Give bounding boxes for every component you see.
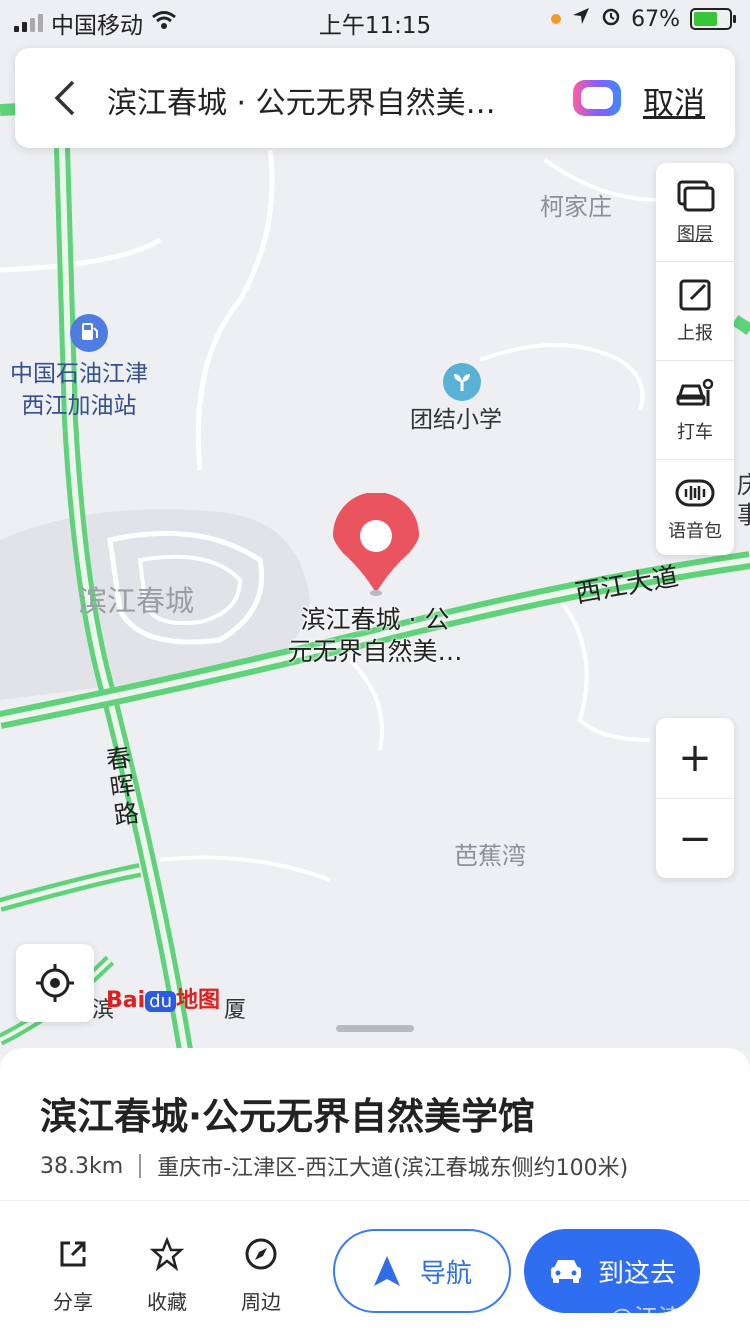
- edge-label: 庆 事: [737, 470, 750, 530]
- go-here-label: 到这去: [597, 1258, 676, 1289]
- place-address: 重庆市-江津区-西江大道(滨江春城东侧约100米): [157, 1156, 629, 1181]
- alarm-icon: [601, 6, 621, 32]
- nearby-label: 周边: [241, 1290, 281, 1314]
- place-details: 38.3km 重庆市-江津区-西江大道(滨江春城东侧约100米): [40, 1150, 628, 1182]
- share-label: 分享: [53, 1290, 93, 1314]
- battery-icon: [690, 8, 736, 30]
- gas-station-icon[interactable]: [70, 314, 108, 352]
- area-label-binjiang: 滨江春城: [78, 584, 195, 618]
- crosshair-icon: [36, 964, 74, 1002]
- action-bar: 分享 收藏 周边 导航 到这去 @江津在: [0, 1200, 750, 1335]
- taxi-icon: [676, 378, 714, 406]
- school-label[interactable]: 团结小学: [410, 404, 502, 436]
- zoom-out-button[interactable]: −: [656, 799, 734, 879]
- my-location-button[interactable]: [16, 944, 94, 1022]
- favorite-button[interactable]: 收藏: [131, 1236, 203, 1315]
- taxi-button[interactable]: 打车: [656, 361, 734, 460]
- place-title: 滨江春城·公元无界自然美学馆: [40, 1095, 536, 1138]
- selected-location-label[interactable]: 滨江春城 · 公 元无界自然美…: [260, 604, 490, 668]
- search-bar: 滨江春城 · 公元无界自然美… 取消: [15, 48, 735, 148]
- logo-du: du: [145, 991, 176, 1012]
- nearby-button[interactable]: 周边: [225, 1237, 297, 1315]
- layers-button[interactable]: 图层: [656, 163, 734, 262]
- map-tools-panel: 图层 上报 打车 语音包: [656, 163, 734, 555]
- edge-label-char: 事: [737, 501, 750, 529]
- school-icon[interactable]: [443, 363, 481, 401]
- chevron-left-icon: [54, 80, 75, 116]
- share-icon: [60, 1241, 86, 1267]
- car-icon: [550, 1260, 581, 1283]
- cancel-button[interactable]: 取消: [643, 78, 705, 123]
- gas-station-label[interactable]: 中国石油江津 西江加油站: [10, 358, 148, 422]
- gas-station-name-line2: 西江加油站: [21, 393, 137, 419]
- voice-icon: [675, 479, 715, 507]
- place-label-bajiaowan: 芭蕉湾: [454, 842, 526, 870]
- report-icon: [679, 279, 711, 311]
- report-label: 上报: [677, 323, 713, 344]
- battery-percent: 67%: [631, 6, 680, 32]
- share-button[interactable]: 分享: [37, 1237, 109, 1315]
- layers-label: 图层: [677, 224, 713, 245]
- gas-station-name-line1: 中国石油江津: [10, 361, 148, 387]
- pin-label-line2: 元无界自然美…: [287, 637, 463, 666]
- road-label-char: 路: [111, 798, 141, 831]
- logo-map: 地图: [176, 988, 221, 1013]
- divider: [139, 1154, 142, 1178]
- zoom-controls: + −: [656, 718, 734, 878]
- selected-location-pin-icon[interactable]: [333, 493, 419, 597]
- back-button[interactable]: [45, 72, 85, 124]
- place-label-kejiazhuang: 柯家庄: [540, 193, 612, 221]
- edge-label-char: 庆: [737, 471, 750, 499]
- voice-pack-button[interactable]: 语音包: [656, 460, 734, 558]
- recording-dot-icon: [551, 14, 562, 24]
- bottom-partial-label-2: 厦: [224, 998, 247, 1023]
- layers-icon: [677, 180, 715, 212]
- search-query-field[interactable]: 滨江春城 · 公元无界自然美…: [107, 78, 537, 122]
- favorite-label: 收藏: [147, 1290, 187, 1314]
- location-arrow-icon: [571, 6, 591, 32]
- status-bar: 中国移动 上午11:15 67%: [0, 0, 750, 42]
- zoom-in-button[interactable]: +: [656, 718, 734, 799]
- logo-bai: Bai: [106, 988, 146, 1013]
- navigation-arrow-icon: [373, 1256, 400, 1286]
- compass-icon: [245, 1238, 277, 1270]
- ai-assistant-icon[interactable]: [573, 80, 621, 116]
- report-button[interactable]: 上报: [656, 262, 734, 361]
- pin-label-line1: 滨江春城 · 公: [300, 605, 450, 634]
- star-icon: [149, 1236, 185, 1272]
- place-distance: 38.3km: [40, 1153, 124, 1179]
- watermark-text: @江津在: [610, 1304, 706, 1332]
- navigate-label: 导航: [419, 1258, 472, 1289]
- taxi-label: 打车: [677, 422, 713, 443]
- map-canvas[interactable]: 柯家庄 中国石油江津 西江加油站 团结小学 滨江春城 西江大道 春 晖 路 芭蕉…: [0, 0, 750, 1050]
- voice-pack-label: 语音包: [668, 521, 722, 542]
- navigate-button[interactable]: 导航: [333, 1229, 511, 1313]
- baidu-map-logo: Bai du 地图: [106, 982, 220, 1014]
- sheet-drag-handle[interactable]: [336, 1025, 414, 1032]
